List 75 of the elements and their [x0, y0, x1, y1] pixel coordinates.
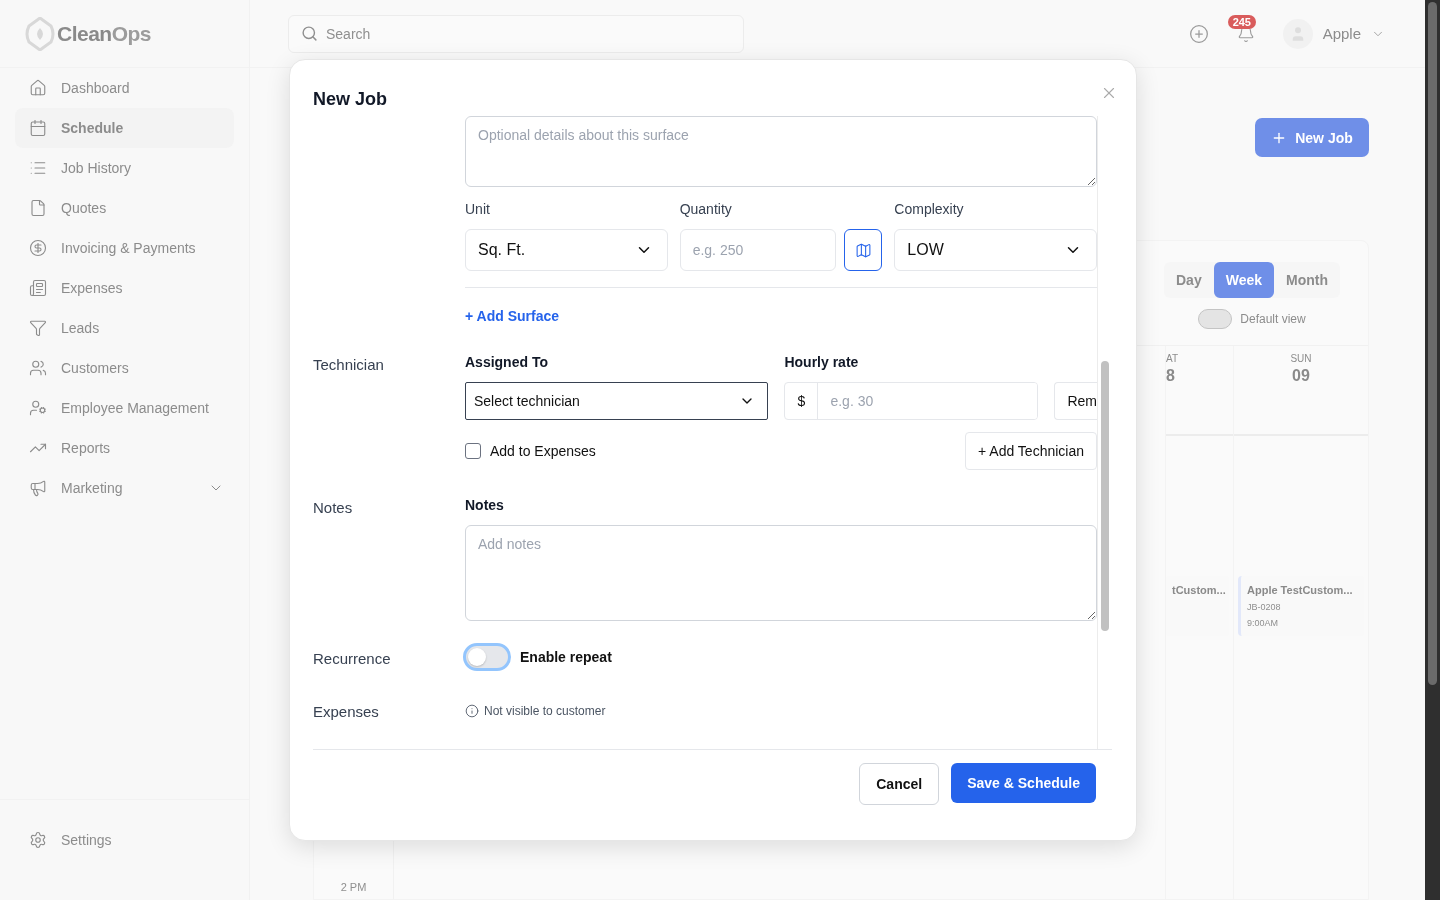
default-view-toggle[interactable] [1198, 309, 1233, 329]
sidebar-item[interactable]: Customers [15, 348, 234, 388]
search-field[interactable]: Search [288, 14, 744, 53]
field-label: Quantity [679, 201, 733, 217]
sidebar-item[interactable]: Employee Management [15, 388, 234, 428]
cancel-button[interactable]: Cancel [859, 763, 940, 805]
section-label: Expenses [313, 702, 380, 720]
complexity-select[interactable]: LOW [894, 229, 1097, 271]
settings-icon [29, 831, 47, 849]
notes-field[interactable]: Add notes [465, 525, 1097, 621]
list-icon [29, 159, 47, 177]
section-label: Notes [313, 498, 354, 518]
sidebar-item[interactable]: Quotes [15, 188, 234, 228]
field-label: Assigned To [465, 354, 549, 370]
day-date: 09 [1292, 367, 1310, 385]
dollar-icon [29, 239, 47, 257]
search-icon [301, 25, 318, 42]
sidebar-item[interactable]: Settings [15, 820, 234, 860]
megaphone-icon [29, 479, 47, 497]
sidebar-item[interactable]: Reports [15, 428, 234, 468]
logo-icon [25, 16, 55, 51]
logo-wordmark: CleanOps [57, 21, 152, 46]
field-label: Unit [465, 201, 491, 217]
unit-select[interactable]: Sq. Ft. [465, 229, 668, 271]
hourly-rate-field[interactable]: $ e.g. 30 [784, 382, 1039, 420]
document-icon [29, 199, 47, 217]
view-tab[interactable]: Month [1274, 262, 1340, 298]
default-view-label: Default view [1240, 312, 1306, 326]
map-button[interactable] [844, 229, 883, 271]
funnel-icon [29, 319, 47, 337]
add-icon[interactable] [1188, 23, 1209, 44]
section-label: Technician [313, 355, 385, 375]
quantity-field[interactable]: e.g. 250 [679, 229, 837, 271]
home-icon [29, 79, 47, 97]
field-label: Hourly rate [784, 354, 860, 370]
calendar-icon [29, 119, 47, 137]
hint-text: Not visible to customer [484, 703, 606, 718]
description-field[interactable]: Optional details about this surface [465, 116, 1097, 187]
dialog-title: New Job [313, 89, 387, 110]
day-name: AT [1166, 353, 1179, 364]
field-label: Complexity [894, 201, 965, 217]
technician-select[interactable]: Select technician [465, 382, 769, 420]
newspaper-icon [29, 279, 47, 297]
sidebar-item[interactable]: Leads [15, 308, 234, 348]
info-icon [465, 703, 479, 718]
view-tab[interactable]: Week [1213, 262, 1274, 298]
view-tab[interactable]: Day [1164, 262, 1214, 298]
day-date: 8 [1166, 367, 1175, 385]
add-surface-link[interactable]: + Add Surface [465, 308, 559, 324]
sidebar-item[interactable]: Job History [15, 148, 234, 188]
user-gear-icon [29, 399, 47, 417]
avatar[interactable] [1282, 18, 1313, 49]
time-label: 2 PM [340, 881, 367, 893]
repeat-toggle[interactable] [463, 643, 511, 671]
new-job-button[interactable]: New Job [1255, 118, 1369, 157]
sidebar-item[interactable]: Dashboard [15, 68, 234, 108]
user-name[interactable]: Apple [1322, 25, 1361, 42]
add-technician-button[interactable]: + Add Technician [965, 432, 1097, 470]
people-icon [29, 359, 47, 377]
dialog-scrollbar[interactable] [1097, 116, 1112, 749]
checkbox-label: Add to Expenses [490, 443, 596, 459]
save-button[interactable]: Save & Schedule [951, 763, 1096, 803]
section-label: Recurrence [313, 648, 392, 667]
sidebar-item[interactable]: Invoicing & Payments [15, 228, 234, 268]
sidebar-item[interactable]: Marketing [15, 468, 234, 508]
page-scrollbar[interactable] [1425, 0, 1440, 900]
notification-count: 245 [1227, 14, 1256, 29]
field-label: Notes [465, 497, 505, 513]
day-name: SUN [1290, 353, 1312, 364]
sidebar-item[interactable]: Expenses [15, 268, 234, 308]
toggle-label: Enable repeat [520, 649, 612, 665]
map-icon [854, 241, 872, 259]
expenses-checkbox[interactable] [465, 443, 481, 459]
sidebar-item[interactable]: Schedule [15, 108, 234, 148]
remove-button[interactable]: Rem [1054, 382, 1097, 420]
